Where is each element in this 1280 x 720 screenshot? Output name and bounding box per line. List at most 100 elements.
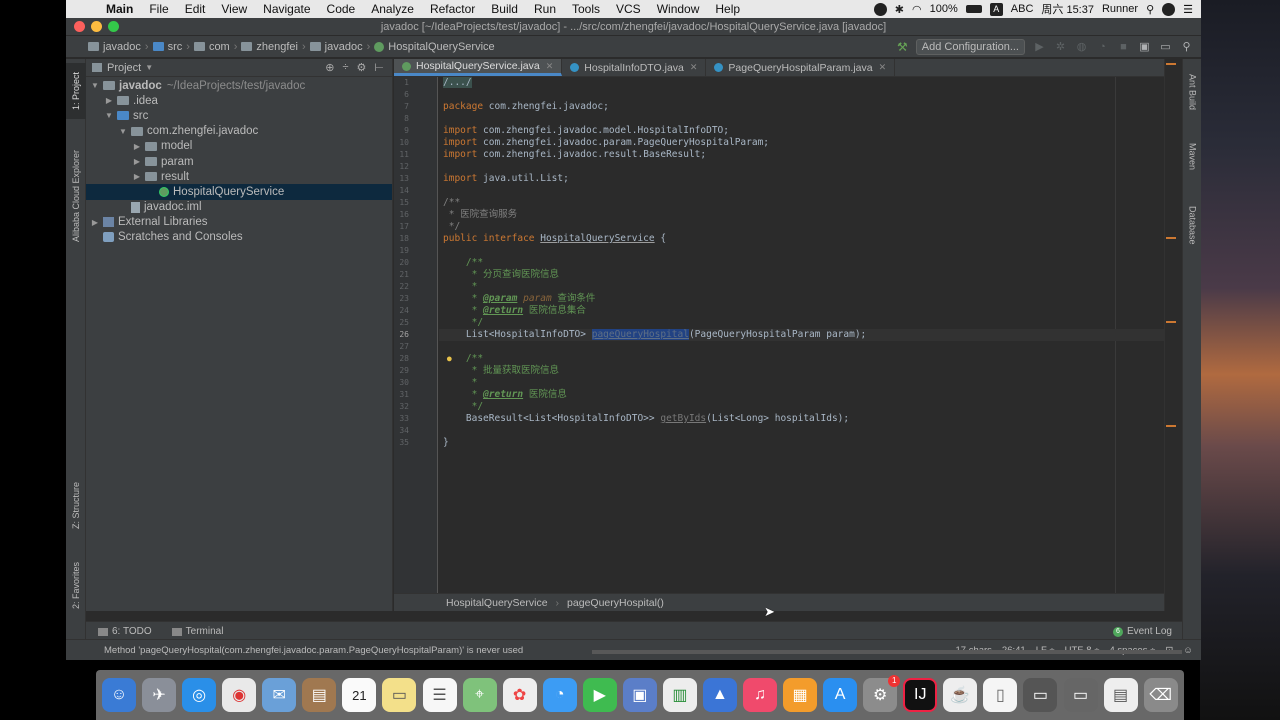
spotlight-icon[interactable]: ⚲: [1146, 3, 1154, 16]
trash-icon[interactable]: ⌫: [1143, 678, 1178, 712]
chevron-right-icon[interactable]: ▶: [132, 142, 142, 151]
warning-mark[interactable]: [1166, 425, 1176, 427]
database-tab[interactable]: Database: [1183, 199, 1201, 251]
mail-icon[interactable]: ✉: [262, 678, 297, 712]
launchpad-icon[interactable]: ✈: [142, 678, 177, 712]
editor-scrollbar[interactable]: [1164, 59, 1182, 611]
crumb-zhengfei[interactable]: zhengfei ›: [241, 41, 309, 53]
coverage-icon[interactable]: ◍: [1075, 40, 1088, 53]
tree-item-scratches[interactable]: Scratches and Consoles: [86, 230, 392, 245]
lightbulb-icon[interactable]: ●: [446, 353, 453, 365]
crumb-src[interactable]: src ›: [152, 41, 194, 53]
menu-build[interactable]: Build: [491, 2, 518, 16]
debug-icon[interactable]: ✲: [1054, 40, 1067, 53]
preview-icon[interactable]: ▣: [622, 678, 657, 712]
breadcrumb-class[interactable]: HospitalQueryService: [446, 597, 548, 609]
structure-tool-tab[interactable]: Z: Structure: [66, 467, 86, 543]
menu-help[interactable]: Help: [715, 2, 740, 16]
maven-tab[interactable]: Maven: [1183, 135, 1201, 179]
tree-item-src[interactable]: ▼ src: [86, 108, 392, 123]
battery-icon[interactable]: [965, 5, 982, 13]
code-editor[interactable]: /.../ package com.zhengfei.javadoc; impo…: [439, 77, 1182, 593]
input-method-icon[interactable]: A: [989, 2, 1003, 16]
chevron-down-icon[interactable]: ▼: [104, 111, 114, 120]
music-icon[interactable]: ♫: [743, 678, 777, 712]
reminders-icon[interactable]: ☰: [422, 678, 457, 712]
favorites-tool-tab[interactable]: 2: Favorites: [66, 547, 86, 623]
menu-window[interactable]: Window: [657, 2, 700, 16]
siri-icon[interactable]: [1162, 2, 1176, 16]
menu-vcs[interactable]: VCS: [616, 2, 641, 16]
contacts-icon[interactable]: ▤: [302, 678, 337, 712]
search-everywhere-icon[interactable]: ⚲: [1180, 40, 1193, 53]
layout-icon[interactable]: ▭: [1159, 40, 1172, 53]
crumb-interface[interactable]: HospitalQueryService: [374, 41, 495, 53]
screenshot-icon[interactable]: ▤: [1103, 678, 1138, 712]
wifi-icon[interactable]: ◠: [912, 3, 922, 16]
notification-center-icon[interactable]: ☰: [1183, 3, 1193, 16]
numbers-icon[interactable]: ▥: [662, 678, 697, 712]
project-tool-tab[interactable]: 1: Project: [66, 63, 86, 119]
inspector-icon[interactable]: ☺: [1183, 645, 1193, 656]
locate-icon[interactable]: ⊕: [325, 61, 334, 74]
java-icon[interactable]: ☕: [943, 678, 978, 712]
menu-file[interactable]: File: [149, 2, 168, 16]
maps-icon[interactable]: ⌖: [462, 678, 497, 712]
add-configuration-button[interactable]: Add Configuration...: [915, 38, 1025, 55]
safari-icon[interactable]: ◎: [182, 678, 217, 712]
profile-icon[interactable]: ◔: [1096, 41, 1109, 53]
close-icon[interactable]: ✕: [690, 62, 698, 73]
chevron-right-icon[interactable]: ▶: [132, 157, 142, 166]
chrome-icon[interactable]: ◉: [222, 678, 257, 712]
record-icon[interactable]: [873, 2, 887, 16]
breadcrumb-method[interactable]: pageQueryHospital(): [567, 597, 664, 609]
apple-icon[interactable]: [80, 2, 94, 16]
folded-header[interactable]: /.../: [443, 77, 472, 88]
input-method-label[interactable]: ABC: [1011, 3, 1034, 15]
books-icon[interactable]: ▦: [783, 678, 818, 712]
tree-item-param[interactable]: ▶ param: [86, 154, 392, 169]
menu-tools[interactable]: Tools: [572, 2, 600, 16]
tree-item-idea[interactable]: ▶ .idea: [86, 93, 392, 108]
chevron-down-icon[interactable]: ▼: [145, 63, 153, 72]
warning-mark[interactable]: [1166, 237, 1176, 239]
close-icon[interactable]: ✕: [879, 62, 887, 73]
menu-refactor[interactable]: Refactor: [430, 2, 475, 16]
photos-icon[interactable]: ✿: [502, 678, 537, 712]
messages-icon[interactable]: ◔: [542, 678, 577, 712]
clock[interactable]: 周六 15:37: [1041, 1, 1094, 17]
chevron-down-icon[interactable]: ▼: [118, 127, 128, 136]
menu-analyze[interactable]: Analyze: [371, 2, 414, 16]
project-structure-icon[interactable]: ▣: [1138, 40, 1151, 53]
tab-hospital-query-service[interactable]: HospitalQueryService.java ✕: [394, 59, 563, 76]
build-hammer-icon[interactable]: ⚒: [897, 40, 908, 54]
finder-icon[interactable]: ☺: [102, 678, 136, 712]
project-panel-title[interactable]: Project: [107, 62, 141, 74]
window-thumbnail-icon[interactable]: ▭: [1063, 678, 1098, 712]
line-number-gutter[interactable]: 1 6 7 8 9 10 11 12 13 14 15 16 17 18 19 20 21 22 23 24 25 26 2…: [394, 77, 438, 593]
warning-mark[interactable]: [1166, 63, 1176, 65]
cloud-explorer-tab[interactable]: Alibaba Cloud Explorer: [66, 137, 86, 255]
stop-icon[interactable]: ■: [1117, 41, 1130, 53]
chevron-right-icon[interactable]: ▶: [90, 218, 100, 227]
tab-hospital-info-dto[interactable]: HospitalInfoDTO.java ✕: [562, 59, 707, 76]
menu-navigate[interactable]: Navigate: [263, 2, 310, 16]
ant-build-tab[interactable]: Ant Build: [1183, 65, 1201, 119]
facetime-icon[interactable]: ▶: [582, 678, 617, 712]
system-preferences-icon[interactable]: ⚙ 1: [863, 675, 901, 712]
chevron-down-icon[interactable]: ▼: [90, 81, 100, 90]
tree-item-external-libraries[interactable]: ▶ External Libraries: [86, 215, 392, 230]
tree-item-model[interactable]: ▶ model: [86, 139, 392, 154]
user-name[interactable]: Runner: [1102, 3, 1138, 15]
close-icon[interactable]: ✕: [546, 61, 554, 72]
tab-page-query-hospital-param[interactable]: PageQueryHospitalParam.java ✕: [706, 59, 896, 76]
gear-icon[interactable]: ⚙: [357, 61, 367, 74]
tree-item-iml[interactable]: javadoc.iml: [86, 200, 392, 215]
event-log-button[interactable]: 6 Event Log: [1112, 626, 1172, 637]
document-icon[interactable]: ▯: [983, 678, 1018, 712]
intellij-idea-icon[interactable]: IJ: [903, 678, 938, 712]
menu-run[interactable]: Run: [534, 2, 556, 16]
chevron-right-icon[interactable]: ▶: [104, 96, 114, 105]
menu-app-name[interactable]: Main: [106, 2, 133, 16]
terminal-tool-button[interactable]: Terminal: [171, 626, 223, 637]
